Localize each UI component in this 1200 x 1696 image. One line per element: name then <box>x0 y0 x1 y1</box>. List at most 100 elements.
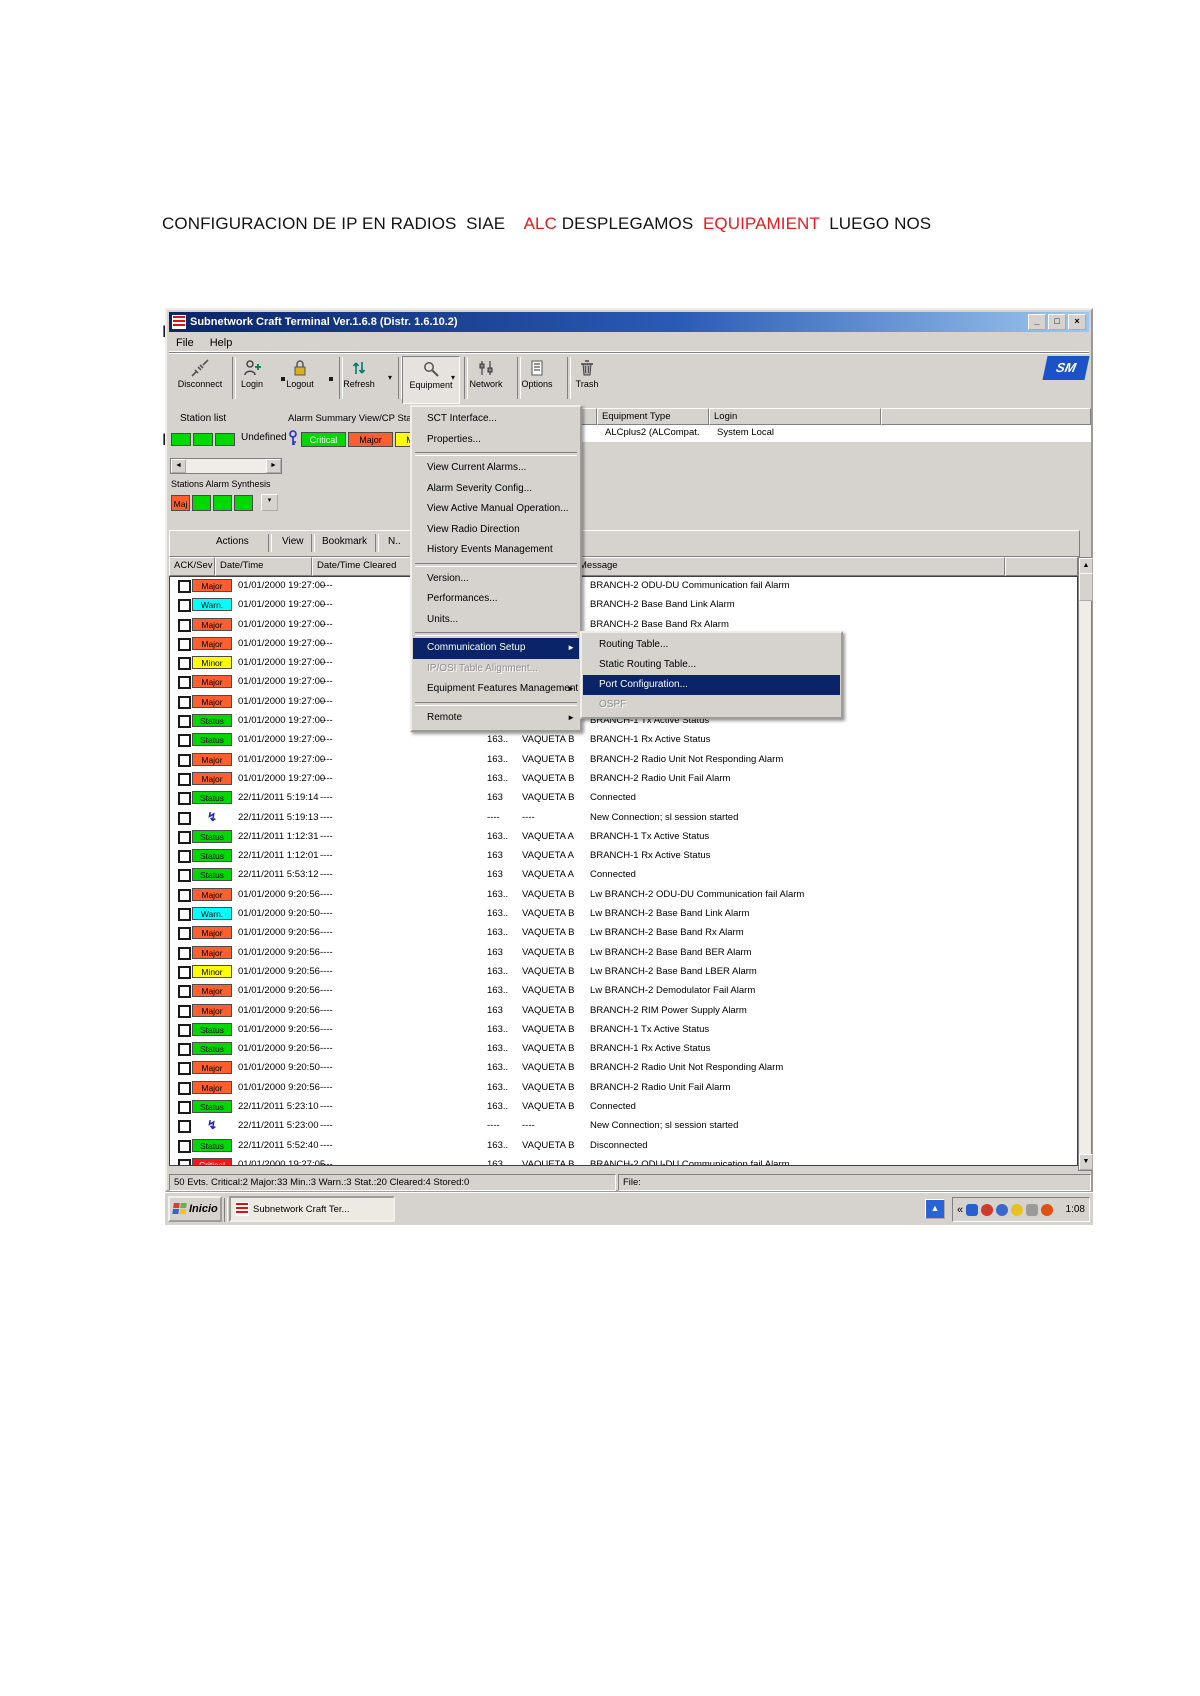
event-row[interactable]: Major 01/01/2000 9:20:56 ---- 163.. VAQU… <box>170 924 1077 943</box>
equipment-menu-item[interactable] <box>415 562 577 567</box>
event-row[interactable]: Status 22/11/2011 5:19:14 ---- 163 VAQUE… <box>170 789 1077 808</box>
equipment-menu-item[interactable]: Properties... <box>413 430 579 451</box>
ack-checkbox[interactable] <box>178 850 191 864</box>
ack-checkbox[interactable] <box>178 965 191 979</box>
equipment-menu-item[interactable]: Performances... <box>413 589 579 610</box>
event-row[interactable]: Major 01/01/2000 9:20:56 ---- 163.. VAQU… <box>170 1079 1077 1098</box>
event-row[interactable]: Major 01/01/2000 9:20:50 ---- 163.. VAQU… <box>170 1059 1077 1078</box>
trash-button[interactable]: Trash <box>560 356 614 402</box>
scroll-left-button[interactable]: ◄ <box>171 459 186 473</box>
tray-icon-5[interactable] <box>1026 1203 1039 1216</box>
header-blank[interactable] <box>1005 557 1078 576</box>
ack-checkbox[interactable] <box>178 1062 191 1076</box>
ack-checkbox[interactable] <box>178 1023 191 1037</box>
equipment-menu-item[interactable]: View Active Manual Operation... <box>413 499 579 520</box>
scroll-up-button[interactable]: ▲ <box>1079 558 1093 574</box>
station-scrollbar[interactable]: ◄ ► <box>170 458 282 474</box>
events-scrollbar[interactable]: ▲ ▼ <box>1078 557 1093 1171</box>
submenu-item[interactable]: OSPF <box>583 695 840 715</box>
event-row[interactable]: Major 01/01/2000 19:27:00 ---- 163.. VAQ… <box>170 577 1077 596</box>
equipment-menu-item[interactable]: View Radio Direction <box>413 520 579 541</box>
close-button[interactable]: × <box>1068 314 1086 330</box>
ack-checkbox[interactable] <box>178 772 191 786</box>
refresh-button[interactable]: Refresh <box>334 356 384 402</box>
event-row[interactable]: Status 22/11/2011 1:12:31 ---- 163.. VAQ… <box>170 828 1077 847</box>
options-button[interactable]: Options <box>512 356 562 402</box>
equipment-menu-item[interactable]: Equipment Features Management ► <box>413 679 579 700</box>
event-row[interactable]: Major 01/01/2000 9:20:56 ---- 163 VAQUET… <box>170 944 1077 963</box>
tray-icon-3[interactable] <box>996 1203 1009 1216</box>
tray-icon-4[interactable] <box>1011 1203 1024 1216</box>
event-row[interactable]: Major 01/01/2000 19:27:00 ---- 163.. VAQ… <box>170 751 1077 770</box>
ack-checkbox[interactable] <box>178 927 191 941</box>
ack-checkbox[interactable] <box>178 946 191 960</box>
ack-checkbox[interactable] <box>178 1120 191 1134</box>
ack-checkbox[interactable] <box>178 985 191 999</box>
equipment-menu-item[interactable]: Version... <box>413 569 579 590</box>
tray-expand-chevron[interactable]: « <box>957 1204 963 1216</box>
ack-checkbox[interactable] <box>178 676 191 690</box>
equipment-menu-item[interactable] <box>415 452 577 456</box>
ack-checkbox[interactable] <box>178 888 191 902</box>
event-row[interactable]: Status 22/11/2011 5:23:10 ---- 163.. VAQ… <box>170 1098 1077 1117</box>
login-button[interactable]: Login <box>228 356 276 402</box>
disconnect-button[interactable]: Disconnect <box>172 356 228 402</box>
ack-checkbox[interactable] <box>178 908 191 922</box>
event-row[interactable]: Major 01/01/2000 19:27:00 ---- 163.. VAQ… <box>170 770 1077 789</box>
ack-checkbox[interactable] <box>178 715 191 729</box>
taskbar-quick-icon[interactable]: ▲ <box>925 1199 945 1219</box>
event-row[interactable]: Status 22/11/2011 5:53:12 ---- 163 VAQUE… <box>170 866 1077 885</box>
ack-checkbox[interactable] <box>178 1101 191 1115</box>
scroll-thumb[interactable] <box>1079 573 1093 601</box>
event-row[interactable]: Major 01/01/2000 9:20:56 ---- 163.. VAQU… <box>170 982 1077 1001</box>
event-row[interactable]: Minor 01/01/2000 9:20:56 ---- 163.. VAQU… <box>170 963 1077 982</box>
ack-checkbox[interactable] <box>178 734 191 748</box>
ack-checkbox[interactable] <box>178 830 191 844</box>
ack-checkbox[interactable] <box>178 657 191 671</box>
event-row[interactable]: Major 01/01/2000 9:20:56 ---- 163 VAQUET… <box>170 1002 1077 1021</box>
ack-checkbox[interactable] <box>178 753 191 767</box>
equipment-menu-item[interactable]: Alarm Severity Config... <box>413 479 579 500</box>
ack-checkbox[interactable] <box>178 1081 191 1095</box>
equipment-type-header[interactable]: Equipment Type <box>597 408 709 425</box>
header-ack-sev[interactable]: ACK/Sev <box>169 557 215 576</box>
title-bar[interactable]: Subnetwork Craft Terminal Ver.1.6.8 (Dis… <box>169 312 1089 332</box>
ack-checkbox[interactable] <box>178 1043 191 1057</box>
ack-checkbox[interactable] <box>178 580 191 593</box>
ack-checkbox[interactable] <box>178 618 191 632</box>
ack-checkbox[interactable] <box>178 637 191 651</box>
refresh-dropdown-arrow[interactable]: ▾ <box>388 373 392 382</box>
start-button[interactable]: Inicio <box>168 1196 222 1222</box>
ack-checkbox[interactable] <box>178 1004 191 1018</box>
equipment-menu-item[interactable]: Communication Setup ► <box>413 638 579 659</box>
header-message[interactable]: Message <box>574 557 1005 576</box>
header-date-time[interactable]: Date/Time <box>215 557 312 576</box>
login-header[interactable]: Login <box>709 408 881 425</box>
actions-button[interactable]: Actions <box>212 535 253 548</box>
network-button[interactable]: Network <box>460 356 512 402</box>
event-row[interactable]: Warn. 01/01/2000 9:20:50 ---- 163.. VAQU… <box>170 905 1077 924</box>
ack-checkbox[interactable] <box>178 811 191 825</box>
menu-bar-item[interactable]: Help <box>203 337 240 349</box>
ack-checkbox[interactable] <box>178 1139 191 1153</box>
equipment-menu-item[interactable]: Remote ► <box>413 708 579 729</box>
tray-icon-6[interactable] <box>1041 1203 1054 1216</box>
restore-button[interactable]: □ <box>1048 314 1066 330</box>
event-row[interactable]: 22/11/2011 5:23:00 ---- ---- ---- New Co… <box>170 1117 1077 1136</box>
equipment-menu-item[interactable]: Units... <box>413 610 579 631</box>
task-button-sct[interactable]: Subnetwork Craft Ter... <box>229 1196 395 1222</box>
logout-button[interactable]: Logout <box>276 356 324 402</box>
ack-checkbox[interactable] <box>178 599 191 613</box>
more-button[interactable]: N.. <box>384 535 405 548</box>
equipment-dropdown-arrow[interactable]: ▾ <box>451 373 455 382</box>
view-button[interactable]: View <box>278 535 308 548</box>
event-row[interactable]: Status 22/11/2011 5:52:40 ---- 163.. VAQ… <box>170 1137 1077 1156</box>
equipment-row[interactable]: ALCplus2 (ALCompat. System Local <box>561 425 1091 442</box>
scroll-down-button[interactable]: ▼ <box>1079 1154 1093 1170</box>
submenu-item[interactable]: Port Configuration... <box>583 675 840 695</box>
tray-icon-2[interactable] <box>981 1203 994 1216</box>
event-row[interactable]: Status 01/01/2000 9:20:56 ---- 163.. VAQ… <box>170 1040 1077 1059</box>
event-row[interactable]: 22/11/2011 5:19:13 ---- ---- ---- New Co… <box>170 809 1077 828</box>
ack-checkbox[interactable] <box>178 792 191 806</box>
event-row[interactable]: Status 01/01/2000 19:27:00 ---- 163.. VA… <box>170 731 1077 750</box>
